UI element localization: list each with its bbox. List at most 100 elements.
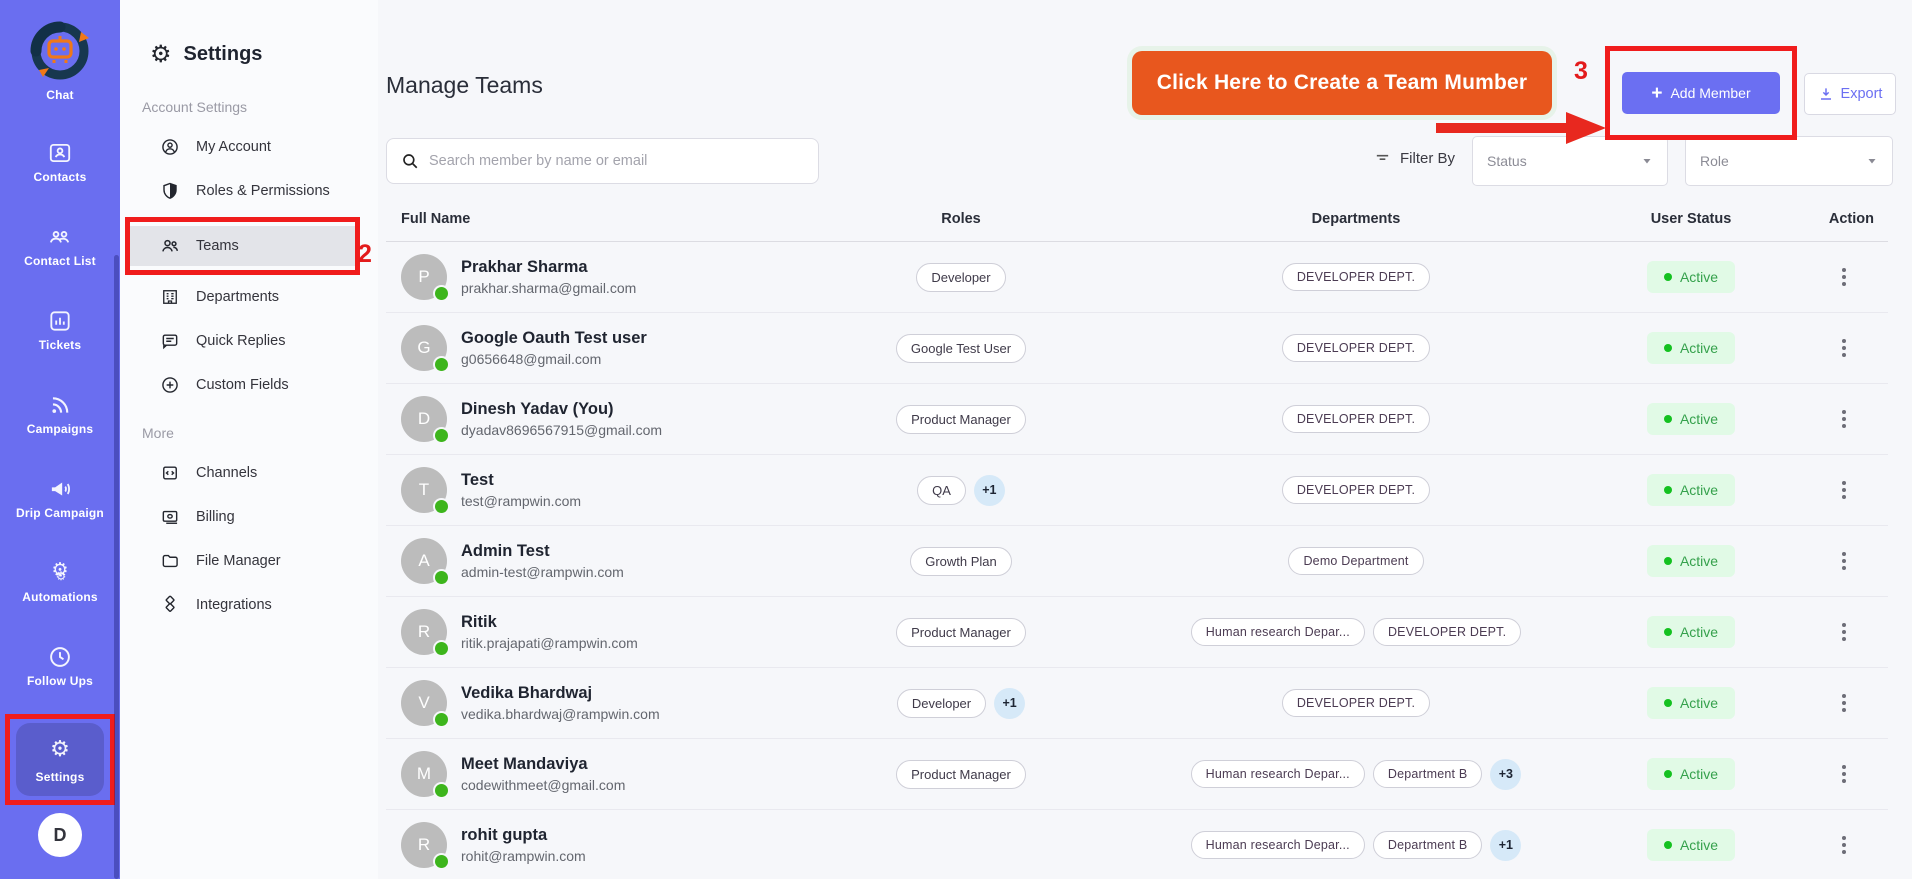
settings-item-integrations[interactable]: Integrations xyxy=(120,587,378,623)
roles-cell: Product Manager xyxy=(826,760,1096,789)
status-text: Active xyxy=(1680,695,1718,711)
search-input[interactable] xyxy=(429,153,804,169)
active-dot-icon xyxy=(1664,415,1672,423)
active-dot-icon xyxy=(1664,344,1672,352)
status-text: Active xyxy=(1680,411,1718,427)
contact-card-icon xyxy=(47,140,73,166)
avatar: G xyxy=(401,325,447,371)
settings-item-billing[interactable]: Billing xyxy=(120,499,378,535)
avatar-initial: D xyxy=(418,409,430,429)
status-text: Active xyxy=(1680,269,1718,285)
active-dot-icon xyxy=(1664,699,1672,707)
member-name: Test xyxy=(461,471,581,490)
settings-item-my-account[interactable]: My Account xyxy=(120,129,378,165)
avatar: P xyxy=(401,254,447,300)
sidebar-item-campaigns[interactable]: Campaigns xyxy=(27,392,93,438)
role-chip: Product Manager xyxy=(896,618,1026,647)
role-filter-dropdown[interactable]: Role xyxy=(1685,136,1893,186)
roles-cell: Product Manager xyxy=(826,405,1096,434)
sidebar-item-follow-ups[interactable]: Follow Ups xyxy=(27,644,93,690)
sidebar-item-drip-campaign[interactable]: Drip Campaign xyxy=(16,476,104,522)
roles-extra-badge[interactable]: +1 xyxy=(994,688,1025,719)
search-box[interactable] xyxy=(386,138,819,184)
avatar: V xyxy=(401,680,447,726)
kebab-menu-icon[interactable] xyxy=(1838,548,1850,574)
settings-item-roles-permissions[interactable]: Roles & Permissions xyxy=(120,173,378,209)
settings-item-channels[interactable]: Channels xyxy=(120,455,378,491)
sidebar-item-settings[interactable]: ⚙ Settings xyxy=(16,723,104,796)
departments-cell: Demo Department xyxy=(1096,547,1616,575)
departments-extra-badge[interactable]: +1 xyxy=(1490,830,1521,861)
member-email: g0656648@gmail.com xyxy=(461,351,647,367)
status-badge: Active xyxy=(1647,332,1735,364)
departments-cell: DEVELOPER DEPT. xyxy=(1096,405,1616,433)
sidebar-scrollbar[interactable] xyxy=(114,255,119,879)
active-dot-icon xyxy=(1664,557,1672,565)
department-chip: Demo Department xyxy=(1288,547,1423,575)
add-member-button[interactable]: + Add Member xyxy=(1622,72,1780,114)
settings-item-quick-replies[interactable]: Quick Replies xyxy=(120,323,378,359)
sidebar-item-contacts[interactable]: Contacts xyxy=(34,140,87,186)
member-name: Google Oauth Test user xyxy=(461,329,647,348)
plus-circle-icon xyxy=(160,375,180,395)
role-chip: Growth Plan xyxy=(910,547,1012,576)
shield-icon xyxy=(160,181,180,201)
roles-cell: Developer xyxy=(826,263,1096,292)
teams-settings-page: Chat Contacts Contact List Tickets xyxy=(0,0,1912,879)
role-chip: Google Test User xyxy=(896,334,1026,363)
role-chip: Product Manager xyxy=(896,405,1026,434)
roles-cell: QA+1 xyxy=(826,475,1096,506)
settings-item-file-manager[interactable]: File Manager xyxy=(120,543,378,579)
download-icon xyxy=(1818,86,1834,102)
col-action: Action xyxy=(1766,211,1888,227)
filter-by-label: Filter By xyxy=(1374,150,1455,167)
annotation-callout: Click Here to Create a Team Mumber xyxy=(1132,51,1552,115)
status-badge: Active xyxy=(1647,616,1735,648)
online-status-dot xyxy=(435,358,448,371)
kebab-menu-icon[interactable] xyxy=(1838,761,1850,787)
kebab-menu-icon[interactable] xyxy=(1838,264,1850,290)
kebab-menu-icon[interactable] xyxy=(1838,477,1850,503)
online-status-dot xyxy=(435,855,448,868)
online-status-dot xyxy=(435,500,448,513)
table-header: Full Name Roles Departments User Status … xyxy=(386,196,1888,242)
kebab-menu-icon[interactable] xyxy=(1838,619,1850,645)
member-name: rohit gupta xyxy=(461,826,586,845)
roles-extra-badge[interactable]: +1 xyxy=(974,475,1005,506)
department-chip: DEVELOPER DEPT. xyxy=(1373,618,1521,646)
bar-chart-square-icon xyxy=(47,308,73,334)
settings-item-teams[interactable]: Teams xyxy=(130,226,355,266)
sidebar-item-tickets[interactable]: Tickets xyxy=(39,308,82,354)
status-badge: Active xyxy=(1647,687,1735,719)
kebab-menu-icon[interactable] xyxy=(1838,406,1850,432)
app-logo[interactable] xyxy=(27,18,93,84)
kebab-menu-icon[interactable] xyxy=(1838,832,1850,858)
gears-icon: ⚙⚙ xyxy=(47,560,73,586)
member-email: ritik.prajapati@rampwin.com xyxy=(461,635,638,651)
chevron-down-icon xyxy=(1866,155,1878,167)
sidebar-item-automations[interactable]: ⚙⚙ Automations xyxy=(22,560,98,606)
online-status-dot xyxy=(435,784,448,797)
export-button[interactable]: Export xyxy=(1804,73,1896,115)
user-avatar[interactable]: D xyxy=(38,813,82,857)
table-row: P Prakhar Sharma prakhar.sharma@gmail.co… xyxy=(386,242,1888,313)
table-row: R Ritik ritik.prajapati@rampwin.com Prod… xyxy=(386,597,1888,668)
department-chip: Human research Depar... xyxy=(1191,760,1365,788)
departments-cell: DEVELOPER DEPT. xyxy=(1096,263,1616,291)
settings-item-departments[interactable]: Departments xyxy=(120,279,378,315)
member-name: Vedika Bhardwaj xyxy=(461,684,660,703)
roles-cell: Growth Plan xyxy=(826,547,1096,576)
kebab-menu-icon[interactable] xyxy=(1838,335,1850,361)
kebab-menu-icon[interactable] xyxy=(1838,690,1850,716)
sidebar-item-chat[interactable]: Chat xyxy=(46,88,73,102)
department-chip: Human research Depar... xyxy=(1191,831,1365,859)
active-dot-icon xyxy=(1664,841,1672,849)
settings-item-custom-fields[interactable]: Custom Fields xyxy=(120,367,378,403)
sidebar-item-contact-list[interactable]: Contact List xyxy=(24,224,96,270)
active-dot-icon xyxy=(1664,770,1672,778)
table-row: V Vedika Bhardwaj vedika.bhardwaj@rampwi… xyxy=(386,668,1888,739)
departments-extra-badge[interactable]: +3 xyxy=(1490,759,1521,790)
people-group-icon xyxy=(47,224,73,250)
status-badge: Active xyxy=(1647,261,1735,293)
page-title: Manage Teams xyxy=(386,72,543,99)
